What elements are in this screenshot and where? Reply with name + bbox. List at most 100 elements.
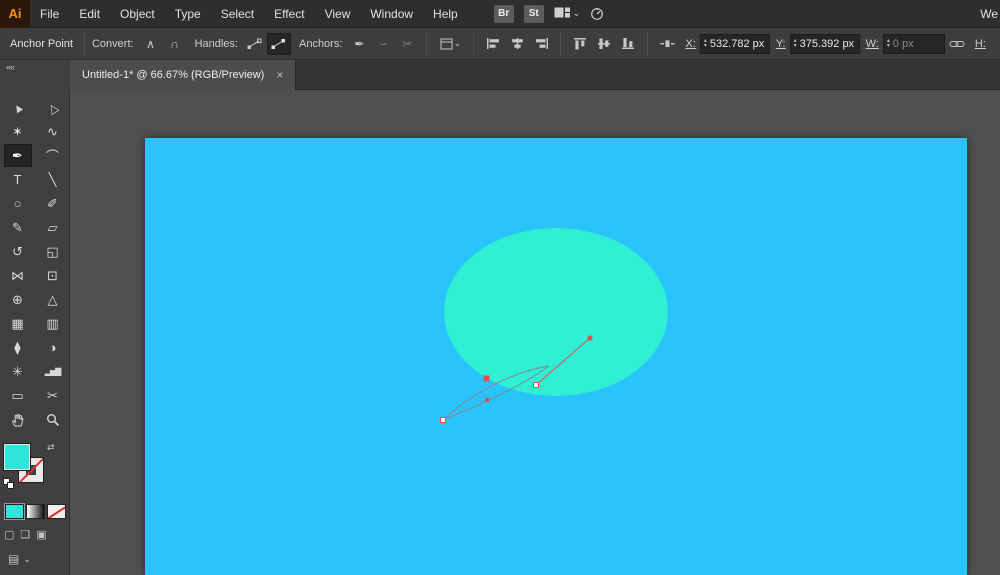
screen-mode-button[interactable]: ▤ ⌄ — [8, 552, 31, 566]
chevron-down-icon: ⌄ — [572, 8, 581, 18]
symbol-sprayer-tool[interactable]: ✳ — [4, 360, 32, 383]
align-left-button[interactable] — [481, 33, 505, 55]
paintbrush-tool-icon: ✐ — [47, 195, 58, 211]
align-top-button[interactable] — [568, 33, 592, 55]
menu-help[interactable]: Help — [423, 0, 468, 27]
eraser-tool[interactable]: ▱ — [39, 216, 67, 239]
y-spinner[interactable]: ▴ ▾ — [794, 38, 797, 49]
curvature-tool[interactable]: ⌒ — [39, 144, 67, 167]
tools-grid: ▲ △ ✶ ∿ ✒ ⌒ T ╲ ○ ✐ ✎ ▱ ↺ ◱ ⋈ ⊡ ⊕ △ ▦ ▥ ⧫ ◑ ✳ ▂▅▇ ▭ ✂ — [0, 90, 69, 431]
menu-edit[interactable]: Edit — [69, 0, 110, 27]
scale-tool[interactable]: ◱ — [39, 240, 67, 263]
type-tool[interactable]: T — [4, 168, 32, 191]
free-transform-tool-icon: ⊡ — [47, 267, 58, 283]
convert-to-corner-button[interactable]: ∧ — [139, 33, 163, 55]
lasso-tool[interactable]: ∿ — [39, 120, 67, 143]
free-transform-tool[interactable]: ⊡ — [39, 264, 67, 287]
y-field[interactable]: ▴ ▾ 375.392 px — [789, 33, 860, 54]
direct-selection-tool[interactable]: △ — [39, 96, 67, 119]
distribute-spacing-button[interactable] — [655, 33, 679, 55]
pen-path — [442, 365, 550, 421]
ellipse-tool[interactable]: ○ — [4, 192, 32, 215]
convert-smooth-icon: ∩ — [170, 36, 179, 51]
align-vcenter-button[interactable] — [592, 33, 616, 55]
pen-tool[interactable]: ✒ — [3, 144, 32, 167]
w-field[interactable]: ▴ ▾ 0 px — [882, 33, 945, 54]
y-value[interactable]: 375.392 px — [800, 38, 854, 50]
bridge-button[interactable]: Br — [493, 4, 514, 23]
w-value[interactable]: 0 px — [893, 38, 914, 50]
gradient-tool[interactable]: ▥ — [39, 312, 67, 335]
sync-status-button[interactable] — [590, 7, 604, 21]
paintbrush-tool[interactable]: ✐ — [39, 192, 67, 215]
align-bottom-button[interactable] — [616, 33, 640, 55]
h-label[interactable]: H: — [975, 38, 986, 50]
slice-tool-icon: ✂ — [47, 387, 58, 403]
x-field[interactable]: ▴ ▾ 532.782 px — [699, 33, 770, 54]
close-tab-icon[interactable]: × — [276, 68, 283, 82]
convert-to-smooth-button[interactable]: ∩ — [163, 33, 187, 55]
w-spinner[interactable]: ▴ ▾ — [887, 38, 890, 49]
menu-object[interactable]: Object — [110, 0, 165, 27]
w-label[interactable]: W: — [866, 38, 879, 50]
fill-swatch[interactable] — [3, 443, 31, 471]
column-graph-tool[interactable]: ▂▅▇ — [39, 360, 67, 383]
constrain-proportions-button[interactable] — [945, 33, 969, 55]
x-spinner[interactable]: ▴ ▾ — [704, 38, 707, 49]
x-value[interactable]: 532.782 px — [710, 38, 764, 50]
color-button[interactable] — [4, 503, 25, 520]
default-fill-stroke-icon[interactable] — [3, 478, 15, 490]
pen-path-overlay[interactable] — [145, 138, 967, 575]
line-segment-tool[interactable]: ╲ — [39, 168, 67, 191]
pencil-tool[interactable]: ✎ — [4, 216, 32, 239]
collapse-panel-icon[interactable]: «« — [6, 62, 15, 72]
swap-fill-stroke-icon[interactable]: ⇄ — [47, 442, 55, 453]
hide-handles-button[interactable] — [266, 32, 291, 55]
draw-behind-icon[interactable]: ❏ — [20, 528, 30, 541]
selection-tool[interactable]: ▲ — [4, 96, 32, 119]
none-button[interactable] — [47, 504, 66, 519]
menu-view[interactable]: View — [315, 0, 361, 27]
artboard-tool[interactable]: ▭ — [4, 384, 32, 407]
width-tool[interactable]: ⋈ — [4, 264, 32, 287]
connect-anchors-button[interactable]: ⌣ — [371, 33, 395, 55]
menu-select[interactable]: Select — [211, 0, 264, 27]
transform-menu-button[interactable]: ⌄ — [434, 33, 466, 55]
scale-tool-icon: ◱ — [46, 243, 59, 259]
perspective-grid-tool[interactable]: △ — [39, 288, 67, 311]
remove-anchor-button[interactable]: ✒ — [347, 33, 371, 55]
draw-normal-icon[interactable]: ▢ — [4, 528, 14, 541]
menu-window[interactable]: Window — [360, 0, 423, 27]
panel-collapse-zone: «« — [0, 60, 70, 90]
gradient-button[interactable] — [26, 504, 45, 519]
workspace-switcher-button[interactable]: ⌄ — [554, 7, 581, 21]
magic-wand-tool[interactable]: ✶ — [4, 120, 32, 143]
menu-effect[interactable]: Effect — [264, 0, 314, 27]
align-right-button[interactable] — [529, 33, 553, 55]
workspace-name-partial[interactable]: We — [980, 7, 1000, 21]
shape-builder-tool[interactable]: ⊕ — [4, 288, 32, 311]
blend-tool[interactable]: ◑ — [39, 336, 67, 359]
align-right-icon — [535, 38, 548, 49]
screen-mode-icon: ▤ — [8, 552, 20, 566]
document-tab[interactable]: Untitled-1* @ 66.67% (RGB/Preview) × — [70, 60, 297, 90]
menu-file[interactable]: File — [30, 0, 69, 27]
canvas-area[interactable] — [70, 90, 1000, 575]
y-label[interactable]: Y: — [776, 38, 786, 50]
mesh-tool[interactable]: ▦ — [4, 312, 32, 335]
show-handles-button[interactable] — [243, 33, 267, 55]
eyedropper-tool[interactable]: ⧫ — [4, 336, 32, 359]
artboard[interactable] — [145, 138, 967, 575]
cut-path-button[interactable]: ✂ — [395, 33, 419, 55]
hand-tool[interactable] — [4, 408, 32, 431]
slice-tool[interactable]: ✂ — [39, 384, 67, 407]
draw-inside-icon[interactable]: ▣ — [36, 528, 46, 541]
align-hcenter-button[interactable] — [505, 33, 529, 55]
x-label[interactable]: X: — [685, 38, 695, 50]
stock-button[interactable]: St — [523, 4, 544, 23]
rotate-tool[interactable]: ↺ — [4, 240, 32, 263]
zoom-tool[interactable] — [39, 408, 67, 431]
document-tab-title[interactable]: Untitled-1* @ 66.67% (RGB/Preview) — [82, 69, 264, 81]
artboard-tool-icon: ▭ — [11, 387, 24, 403]
menu-type[interactable]: Type — [165, 0, 211, 27]
